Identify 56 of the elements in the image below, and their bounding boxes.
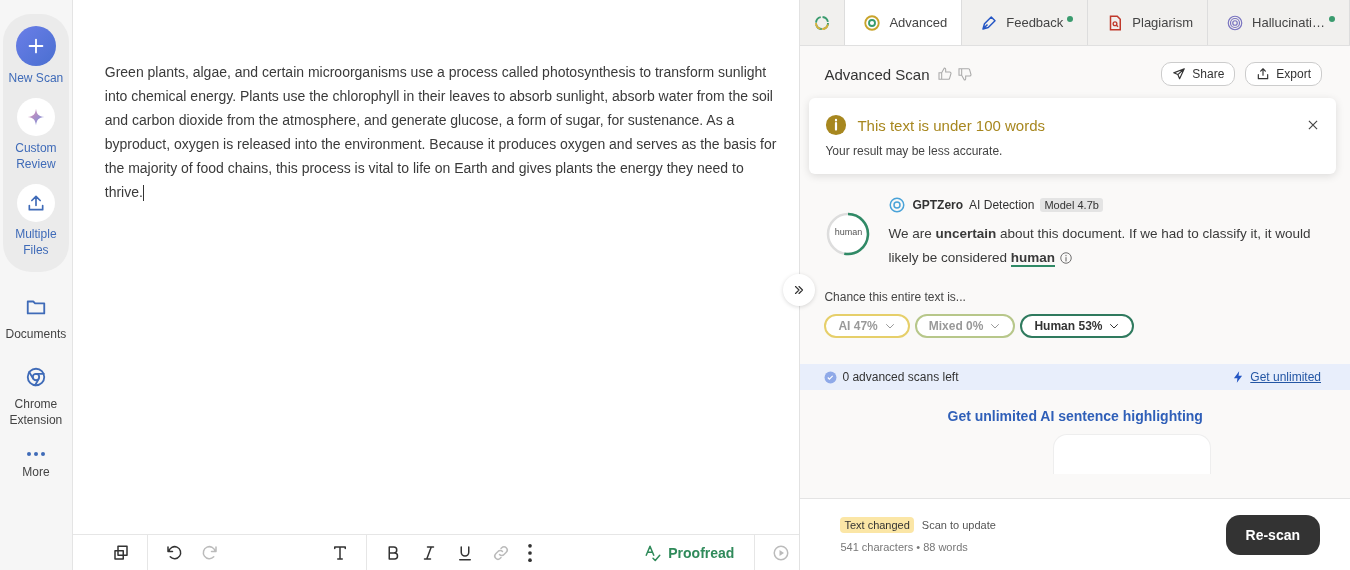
spellcheck-icon [644,543,663,562]
chrome-icon [24,366,47,388]
redo-icon [200,543,219,562]
sidebar-action[interactable]: Custom Review [5,98,66,172]
tab[interactable]: Hallucinati… [1208,0,1350,45]
score-dropdown[interactable]: Human 53% [1020,314,1135,338]
undo-icon [164,543,183,562]
collapse-panel-button[interactable] [783,274,816,306]
share-button[interactable]: Share [1161,62,1236,86]
product-name: AI Detection [969,198,1035,212]
notice-title: This text is under 100 words [857,116,1045,134]
detection-summary: We are uncertain about this document. If we had to classify it, it would likely be considered human [888,225,1312,269]
sidebar-item[interactable]: Documents [5,296,67,342]
play-circle-icon [772,543,791,562]
pen-icon [980,13,999,32]
more-icon [26,452,45,456]
sidebar-action[interactable]: Multiple Files [5,184,66,258]
close-icon [1306,118,1320,132]
check-circle-icon [824,370,838,384]
proofread-button[interactable]: Proofread [635,534,747,570]
quota-text: 0 advanced scans left [842,370,959,384]
spiral-icon [1226,13,1244,32]
spinner-icon [813,13,832,32]
promo-title: Get unlimited AI sentence highlighting [946,408,1204,424]
tab[interactable]: Feedback [962,0,1089,45]
thumbs-down-icon [957,66,974,82]
thumbs-up-icon [937,66,954,82]
info-icon [825,114,848,136]
info-icon [1059,251,1073,266]
get-unlimited-link[interactable]: Get unlimited [1250,370,1321,384]
new-scan-button[interactable]: New Scan [5,26,66,86]
document-text[interactable]: Green plants, algae, and certain microorganisms use a process called photosynthesis to transform sunlight into chemical energy. Plants use the chlorophyll in their leaves to absorb sunlight, absorb water from the soil and carbon dioxide from the atmosphere, and generate glucose, a form of sugar, for sustenance. As a byproduct, oxygen is released into the environment. Because it produces oxygen and serves as the basis for the majority of food chains, this process is vital to life on Earth and gives plants the energy they need to thrive. [104,60,780,204]
send-icon [1172,67,1187,81]
copy-icon [111,543,130,562]
section-title: Advanced Scan [824,65,930,83]
gauge-label: human [833,227,864,237]
sidebar-item[interactable]: More [22,452,50,480]
model-badge: Model 4.7b [1040,198,1103,212]
target-icon [863,13,882,32]
more-vertical-icon [528,543,533,562]
chance-label: Chance this entire text is... [823,289,967,304]
export-button[interactable]: Export [1245,62,1322,86]
text-cursor [142,185,144,202]
notice-message: Your result may be less accurate. [825,144,1004,158]
status-hint: Scan to update [921,518,996,531]
link-icon [492,543,511,562]
sidebar-item[interactable]: Chrome Extension [0,366,72,428]
rescan-button[interactable]: Re-scan [1225,514,1320,555]
brand-name: GPTZero [912,198,964,212]
status-badge: Text changed [840,516,914,533]
tab[interactable]: Plagiarism [1088,0,1208,45]
target-icon [888,196,907,214]
verdict-link[interactable]: human [1010,250,1055,267]
text-stats: 541 characters • 88 words [840,540,969,553]
tab[interactable]: Advanced [845,0,963,45]
export-icon [1256,67,1271,81]
